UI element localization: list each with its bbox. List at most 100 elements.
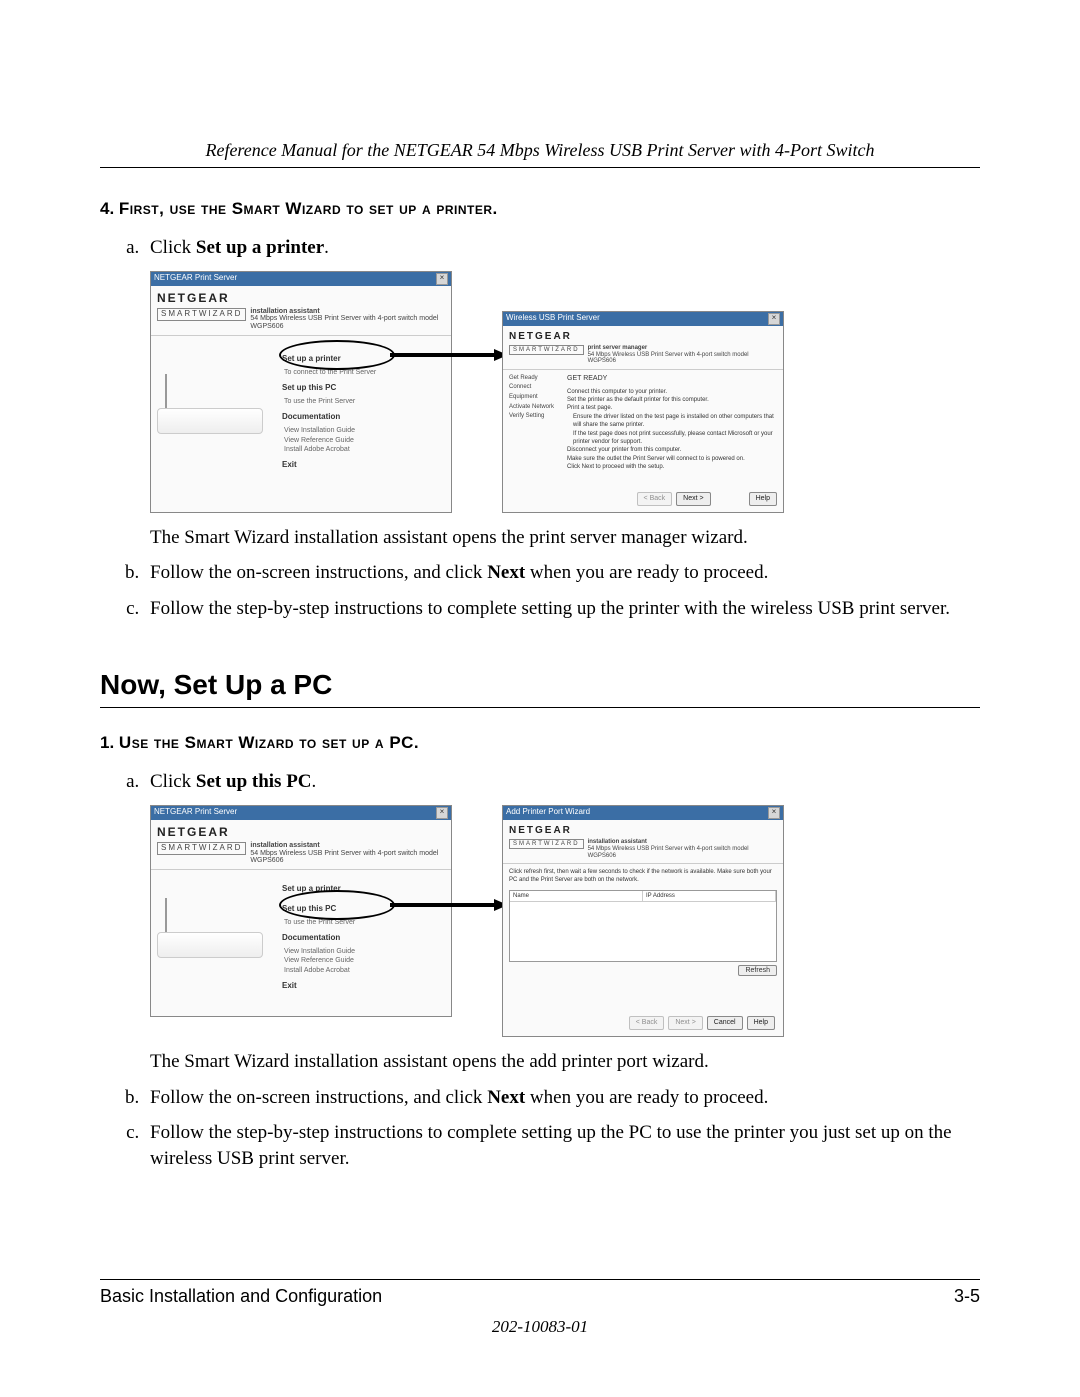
- device-col: [151, 870, 278, 1001]
- wizard-left-title: NETGEAR Print Server: [154, 807, 237, 818]
- nav-item[interactable]: Activate Network: [509, 403, 561, 413]
- step-4a-bold: Set up a printer: [196, 237, 324, 258]
- netgear-brand: NETGEAR: [503, 326, 783, 346]
- refresh-button[interactable]: Refresh: [738, 965, 777, 976]
- col-name: Name: [510, 891, 643, 901]
- sw-line1: installation assistant: [250, 842, 319, 849]
- figure-1: NETGEAR Print Server × NETGEAR SMARTWIZA…: [150, 271, 980, 513]
- smartwizard-text: installation assistant 54 Mbps Wireless …: [250, 842, 445, 865]
- sw-line1: installation assistant: [588, 839, 647, 845]
- step-1b: Follow the on-screen instructions, and c…: [144, 1085, 980, 1111]
- step-1b-bold: Next: [487, 1087, 525, 1108]
- step-1-heading: 1. Use the Smart Wizard to set up a PC.: [100, 732, 980, 755]
- page-header: Reference Manual for the NETGEAR 54 Mbps…: [100, 140, 980, 168]
- right1-line: If the test page does not print successf…: [567, 430, 777, 447]
- step-4a: Click Set up a printer. NETGEAR Print Se…: [144, 235, 980, 550]
- right1-line: Print a test page.: [567, 404, 777, 412]
- close-icon[interactable]: ×: [436, 807, 448, 819]
- right1-main: GET READY Connect this computer to your …: [567, 374, 777, 472]
- back-button: < Back: [637, 492, 673, 505]
- step-4-number: 4.: [100, 199, 114, 218]
- step-4a-after-fig: The Smart Wizard installation assistant …: [150, 525, 980, 551]
- step-4-substeps: Click Set up a printer. NETGEAR Print Se…: [100, 235, 980, 622]
- wizard-right1-body: Get Ready Connect Equipment Activate Net…: [503, 370, 783, 476]
- step-4b-suffix: when you are ready to proceed.: [525, 562, 768, 583]
- sw-line2: 54 Mbps Wireless USB Print Server with 4…: [250, 315, 438, 330]
- footer-right-page-number: 3-5: [954, 1286, 980, 1307]
- sw-line2: 54 Mbps Wireless USB Print Server with 4…: [250, 850, 438, 865]
- step-4-title: First, use the Smart Wizard to set up a …: [119, 199, 498, 218]
- next-button: Next >: [668, 1016, 702, 1029]
- menu-doc-3[interactable]: Install Adobe Acrobat: [284, 445, 445, 454]
- menu-exit[interactable]: Exit: [282, 460, 445, 471]
- step-1b-prefix: Follow the on-screen instructions, and c…: [150, 1087, 487, 1108]
- help-button[interactable]: Help: [747, 1016, 775, 1029]
- step-1a: Click Set up this PC. NETGEAR Print Serv…: [144, 769, 980, 1074]
- netgear-brand: NETGEAR: [151, 286, 451, 308]
- close-icon[interactable]: ×: [768, 313, 780, 325]
- close-icon[interactable]: ×: [768, 807, 780, 819]
- right1-line: Set the printer as the default printer f…: [567, 396, 777, 404]
- nav-item[interactable]: Connect Equipment: [509, 383, 561, 402]
- menu-exit[interactable]: Exit: [282, 981, 445, 992]
- refresh-row: Refresh: [509, 966, 777, 975]
- step-1a-prefix: Click: [150, 771, 196, 792]
- smartwizard-text: print server manager 54 Mbps Wireless US…: [588, 345, 777, 365]
- step-1-substeps: Click Set up this PC. NETGEAR Print Serv…: [100, 769, 980, 1171]
- wizard-right2-body: Click refresh first, then wait a few sec…: [503, 864, 783, 980]
- right2-buttons: < Back Next > Cancel Help: [503, 1016, 783, 1029]
- wizard-left-title: NETGEAR Print Server: [154, 273, 237, 284]
- menu-documentation: Documentation: [282, 412, 445, 423]
- smartwizard-row: SMARTWIZARD installation assistant 54 Mb…: [503, 839, 783, 864]
- page-footer: Basic Installation and Configuration 3-5…: [100, 1279, 980, 1337]
- step-4a-suffix: .: [324, 237, 329, 258]
- sw-line2: 54 Mbps Wireless USB Print Server with 4…: [588, 352, 749, 365]
- close-icon[interactable]: ×: [436, 273, 448, 285]
- right1-line: Ensure the driver listed on the test pag…: [567, 413, 777, 430]
- step-1c: Follow the step-by-step instructions to …: [144, 1120, 980, 1171]
- nav-item[interactable]: Verify Setting: [509, 412, 561, 422]
- device-image: [157, 900, 261, 958]
- step-4b: Follow the on-screen instructions, and c…: [144, 560, 980, 586]
- netgear-brand: NETGEAR: [503, 820, 783, 840]
- menu-doc-1[interactable]: View Installation Guide: [284, 947, 445, 956]
- menu-setup-pc[interactable]: Set up this PC: [282, 383, 445, 394]
- right1-line: Connect this computer to your printer.: [567, 388, 777, 396]
- step-4-heading: 4. First, use the Smart Wizard to set up…: [100, 198, 980, 221]
- menu-doc-2[interactable]: View Reference Guide: [284, 956, 445, 965]
- footer-doc-number: 202-10083-01: [100, 1317, 980, 1337]
- right2-instr: Click refresh first, then wait a few sec…: [509, 868, 777, 884]
- menu-doc-2[interactable]: View Reference Guide: [284, 436, 445, 445]
- help-button[interactable]: Help: [749, 492, 777, 505]
- step-1-title: Use the Smart Wizard to set up a PC.: [119, 733, 419, 752]
- right1-line: Click Next to proceed with the setup.: [567, 463, 777, 471]
- smartwizard-text: installation assistant 54 Mbps Wireless …: [588, 839, 777, 859]
- wizard-left-panel: NETGEAR Print Server × NETGEAR SMARTWIZA…: [150, 271, 452, 513]
- wizard-left-body: Set up a printer Set up this PC To use t…: [151, 870, 451, 1001]
- menu-doc-3[interactable]: Install Adobe Acrobat: [284, 966, 445, 975]
- smartwizard-box: SMARTWIZARD: [509, 345, 584, 355]
- printer-listbox[interactable]: Name IP Address: [509, 890, 777, 962]
- figure-2: NETGEAR Print Server × NETGEAR SMARTWIZA…: [150, 805, 980, 1037]
- step-4b-bold: Next: [487, 562, 525, 583]
- footer-left: Basic Installation and Configuration: [100, 1286, 382, 1307]
- nav-item[interactable]: Get Ready: [509, 374, 561, 384]
- next-button[interactable]: Next >: [676, 492, 710, 505]
- smartwizard-row: SMARTWIZARD installation assistant 54 Mb…: [151, 308, 451, 336]
- menu-setup-pc-sub: To use the Print Server: [284, 397, 445, 406]
- smartwizard-box: SMARTWIZARD: [157, 842, 246, 855]
- smartwizard-box: SMARTWIZARD: [157, 308, 246, 321]
- wizard-left-titlebar: NETGEAR Print Server ×: [151, 806, 451, 820]
- smartwizard-row: SMARTWIZARD installation assistant 54 Mb…: [151, 842, 451, 870]
- wizard-right-panel-2: Add Printer Port Wizard × NETGEAR SMARTW…: [502, 805, 784, 1037]
- wizard-right1-title: Wireless USB Print Server: [506, 313, 600, 324]
- right1-nav: Get Ready Connect Equipment Activate Net…: [509, 374, 561, 472]
- page-content: 4. First, use the Smart Wizard to set up…: [100, 198, 980, 1171]
- smartwizard-row: SMARTWIZARD print server manager 54 Mbps…: [503, 345, 783, 370]
- right1-buttons: < Back Next > Help: [637, 492, 777, 505]
- footer-line: Basic Installation and Configuration 3-5: [100, 1279, 980, 1307]
- netgear-brand: NETGEAR: [151, 820, 451, 842]
- step-1a-after-fig: The Smart Wizard installation assistant …: [150, 1049, 980, 1075]
- menu-doc-1[interactable]: View Installation Guide: [284, 426, 445, 435]
- cancel-button[interactable]: Cancel: [707, 1016, 743, 1029]
